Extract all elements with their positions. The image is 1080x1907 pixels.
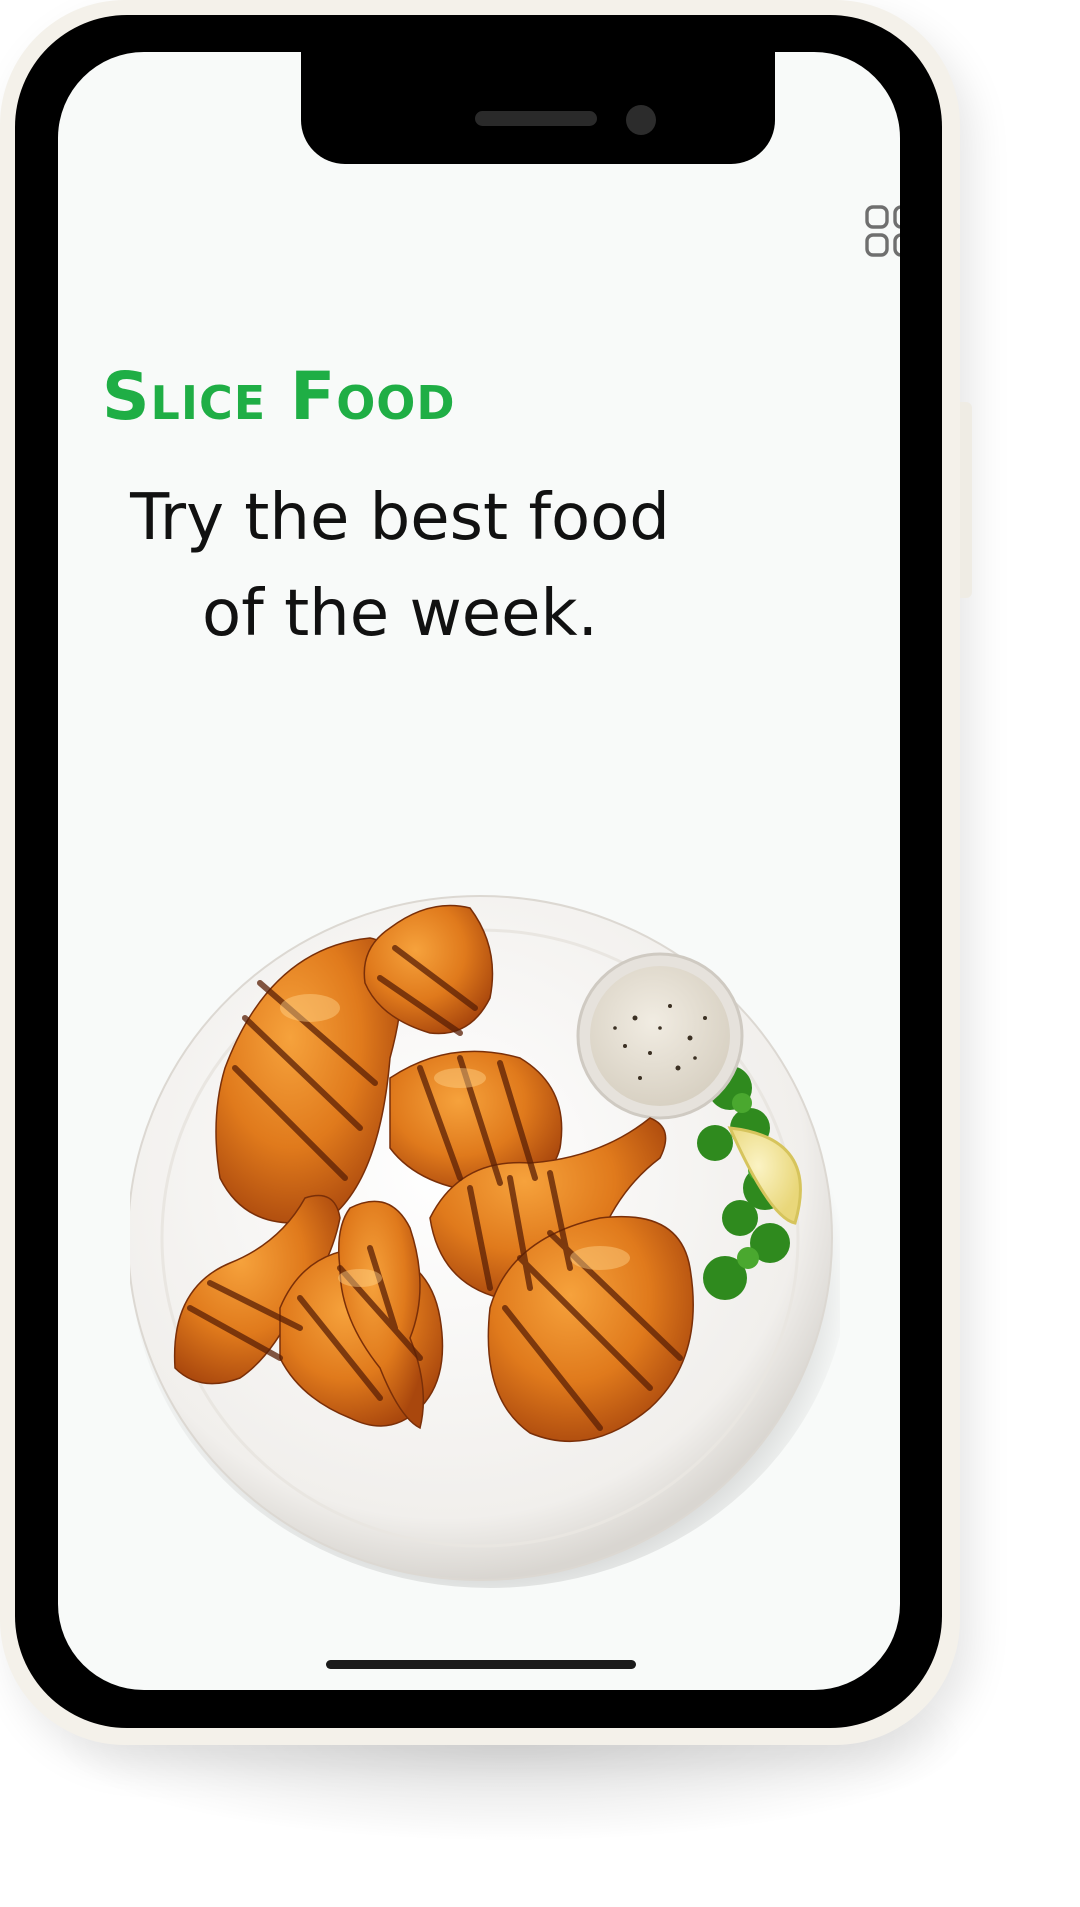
speaker-grille xyxy=(475,111,597,126)
home-indicator[interactable] xyxy=(326,1660,636,1669)
mockup-stage: Slice Food Try the best food of the week… xyxy=(0,0,1080,1907)
grid-menu-icon[interactable] xyxy=(864,204,900,258)
hero-food-image xyxy=(127,888,850,1588)
brand-title: Slice Food xyxy=(102,358,456,435)
phone-side-button xyxy=(960,402,972,598)
notch xyxy=(301,52,775,164)
app-screen: Slice Food Try the best food of the week… xyxy=(58,52,900,1690)
front-camera xyxy=(626,105,656,135)
tagline: Try the best food of the week. xyxy=(130,481,670,651)
